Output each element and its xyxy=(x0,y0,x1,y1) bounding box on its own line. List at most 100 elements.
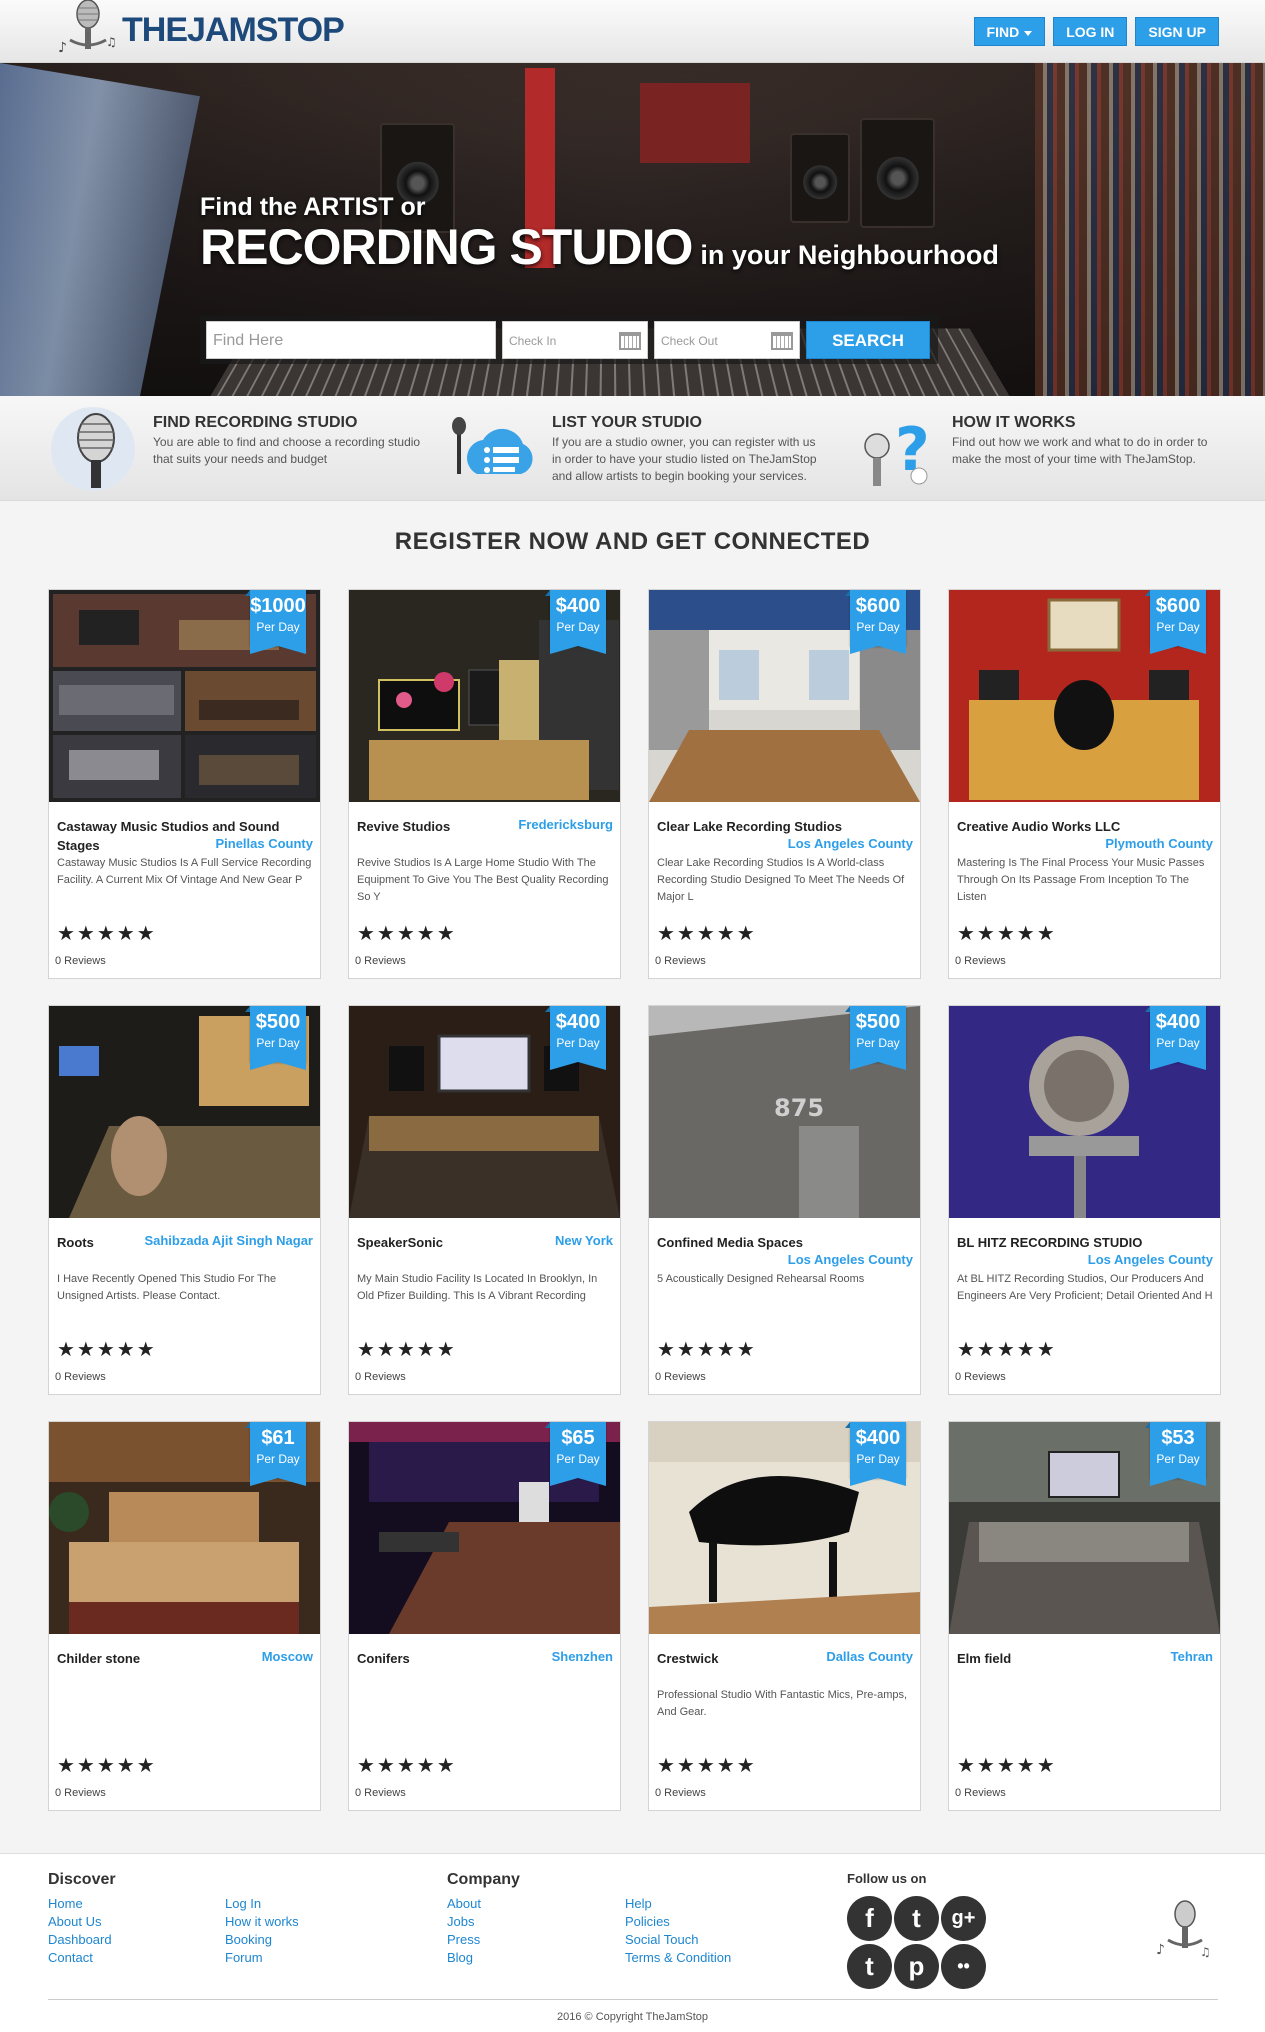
review-count[interactable]: 0 Reviews xyxy=(955,1787,1006,1799)
studio-location[interactable]: Los Angeles County xyxy=(788,1252,913,1267)
footer-link-how-it-works[interactable]: How it works xyxy=(225,1914,299,1929)
review-count[interactable]: 0 Reviews xyxy=(355,955,406,967)
studio-location[interactable]: Los Angeles County xyxy=(788,836,913,851)
flickr-icon[interactable]: •• xyxy=(941,1944,986,1989)
footer-link-booking[interactable]: Booking xyxy=(225,1932,299,1947)
studio-card[interactable]: $400 Per Day SpeakerSonic New York My Mai… xyxy=(348,1005,621,1395)
find-dropdown-button[interactable]: FIND xyxy=(973,17,1046,46)
twitter-icon[interactable]: t xyxy=(894,1896,939,1941)
card-head: Crestwick Dallas County xyxy=(657,1649,913,1687)
list-cloud-icon xyxy=(447,404,542,494)
studio-card[interactable]: $500 Per Day Roots Sahibzada Ajit Singh N… xyxy=(48,1005,321,1395)
card-body: BL HITZ RECORDING STUDIO Los Angeles Cou… xyxy=(957,1233,1213,1305)
footer-link-blog[interactable]: Blog xyxy=(447,1950,481,1965)
studio-location[interactable]: Tehran xyxy=(1171,1649,1213,1664)
rating-stars: ★★★★★ xyxy=(957,1755,1057,1777)
red-diffuser xyxy=(640,83,750,163)
rating-stars: ★★★★★ xyxy=(57,1755,157,1777)
logo[interactable]: ♪ ♫ THEJAMSTOP xyxy=(48,0,345,60)
studio-card[interactable]: $65 Per Day Conifers Shenzhen ★★★★★ 0 Rev… xyxy=(348,1421,621,1811)
check-out-input[interactable]: Check Out xyxy=(654,321,800,359)
find-input[interactable]: Find Here xyxy=(206,321,496,359)
price-value: $1000 xyxy=(250,595,306,617)
footer-link-press[interactable]: Press xyxy=(447,1932,481,1947)
studio-location[interactable]: Fredericksburg xyxy=(518,817,613,832)
studio-location[interactable]: New York xyxy=(555,1233,613,1248)
footer-link-about[interactable]: About xyxy=(447,1896,481,1911)
studio-card[interactable]: $400 Per Day BL HITZ RECORDING STUDIO Los… xyxy=(948,1005,1221,1395)
review-count[interactable]: 0 Reviews xyxy=(655,955,706,967)
review-count[interactable]: 0 Reviews xyxy=(355,1371,406,1383)
signup-button[interactable]: SIGN UP xyxy=(1135,17,1219,46)
footer-link-about-us[interactable]: About Us xyxy=(48,1914,112,1929)
footer-link-terms[interactable]: Terms & Condition xyxy=(625,1950,731,1965)
studio-name[interactable]: BL HITZ RECORDING STUDIO xyxy=(957,1233,1213,1252)
review-count[interactable]: 0 Reviews xyxy=(55,955,106,967)
studio-description: Clear Lake Recording Studios Is A World-… xyxy=(657,857,905,903)
studio-location[interactable]: Plymouth County xyxy=(1105,836,1213,851)
studio-card[interactable]: $61 Per Day Childer stone Moscow ★★★★★ 0 … xyxy=(48,1421,321,1811)
studio-location[interactable]: Shenzhen xyxy=(552,1649,613,1664)
tumblr-icon[interactable]: t xyxy=(847,1944,892,1989)
studio-location[interactable]: Dallas County xyxy=(826,1649,913,1664)
price-unit: Per Day xyxy=(556,620,600,634)
studio-location[interactable]: Los Angeles County xyxy=(1088,1252,1213,1267)
studio-description: At BL HITZ Recording Studios, Our Produc… xyxy=(957,1273,1213,1302)
card-head: Confined Media Spaces Los Angeles County xyxy=(657,1233,913,1271)
card-head: Clear Lake Recording Studios Los Angeles… xyxy=(657,817,913,855)
footer-link-home[interactable]: Home xyxy=(48,1896,112,1911)
facebook-icon[interactable]: f xyxy=(847,1896,892,1941)
studio-description: I Have Recently Opened This Studio For T… xyxy=(57,1273,277,1302)
feature-find-studio[interactable]: FIND RECORDING STUDIO You are able to fi… xyxy=(48,404,420,494)
svg-text:♪: ♪ xyxy=(58,40,67,56)
studio-card[interactable]: $400 Per Day Crestwick Dallas County Prof… xyxy=(648,1421,921,1811)
review-count[interactable]: 0 Reviews xyxy=(655,1787,706,1799)
studio-location[interactable]: Sahibzada Ajit Singh Nagar xyxy=(144,1233,313,1248)
price-unit: Per Day xyxy=(856,1452,900,1466)
studio-card[interactable]: $400 Per Day Revive Studios Fredericksbur… xyxy=(348,589,621,979)
studio-name[interactable]: Creative Audio Works LLC xyxy=(957,817,1213,836)
search-button[interactable]: SEARCH xyxy=(806,321,930,359)
footer-link-policies[interactable]: Policies xyxy=(625,1914,731,1929)
price-unit: Per Day xyxy=(1156,1036,1200,1050)
price-value: $600 xyxy=(1155,595,1201,617)
review-count[interactable]: 0 Reviews xyxy=(955,1371,1006,1383)
feature-desc: Find out how we work and what to do in o… xyxy=(952,435,1208,466)
feature-how-it-works[interactable]: ? HOW IT WORKS Find out how we work and … xyxy=(847,404,1227,494)
check-in-input[interactable]: Check In xyxy=(502,321,648,359)
studio-card[interactable]: 875 $500 Per Day Confined Media Spaces Lo… xyxy=(648,1005,921,1395)
footer-link-jobs[interactable]: Jobs xyxy=(447,1914,481,1929)
review-count[interactable]: 0 Reviews xyxy=(55,1787,106,1799)
review-count[interactable]: 0 Reviews xyxy=(55,1371,106,1383)
studio-name[interactable]: Confined Media Spaces xyxy=(657,1233,913,1252)
calendar-icon[interactable] xyxy=(619,332,641,350)
footer-link-forum[interactable]: Forum xyxy=(225,1950,299,1965)
google-plus-icon[interactable]: g+ xyxy=(941,1896,986,1941)
check-in-placeholder: Check In xyxy=(509,334,557,348)
footer-link-log-in[interactable]: Log In xyxy=(225,1896,299,1911)
studio-card[interactable]: $600 Per Day Creative Audio Works LLC Ply… xyxy=(948,589,1221,979)
feature-list-studio[interactable]: LIST YOUR STUDIO If you are a studio own… xyxy=(447,404,827,494)
studio-location[interactable]: Pinellas County xyxy=(215,836,313,851)
studio-card[interactable]: $1000 Per Day Castaway Music Studios and … xyxy=(48,589,321,979)
microphone-icon xyxy=(48,404,143,494)
pinterest-icon[interactable]: p xyxy=(894,1944,939,1989)
footer-link-social-touch[interactable]: Social Touch xyxy=(625,1932,731,1947)
features-strip: FIND RECORDING STUDIO You are able to fi… xyxy=(0,396,1265,501)
review-count[interactable]: 0 Reviews xyxy=(955,955,1006,967)
question-mark-icon: ? xyxy=(847,404,942,494)
footer-link-dashboard[interactable]: Dashboard xyxy=(48,1932,112,1947)
footer-link-help[interactable]: Help xyxy=(625,1896,731,1911)
rating-stars: ★★★★★ xyxy=(357,1339,457,1361)
price-tag: $400 Per Day xyxy=(545,1006,606,1070)
review-count[interactable]: 0 Reviews xyxy=(355,1787,406,1799)
studio-location[interactable]: Moscow xyxy=(262,1649,313,1664)
price-unit: Per Day xyxy=(856,620,900,634)
studio-card[interactable]: $53 Per Day Elm field Tehran ★★★★★ 0 Revi… xyxy=(948,1421,1221,1811)
footer-link-contact[interactable]: Contact xyxy=(48,1950,112,1965)
login-button[interactable]: LOG IN xyxy=(1053,17,1128,46)
review-count[interactable]: 0 Reviews xyxy=(655,1371,706,1383)
studio-card[interactable]: $600 Per Day Clear Lake Recording Studios… xyxy=(648,589,921,979)
calendar-icon[interactable] xyxy=(771,332,793,350)
studio-name[interactable]: Clear Lake Recording Studios xyxy=(657,817,913,836)
